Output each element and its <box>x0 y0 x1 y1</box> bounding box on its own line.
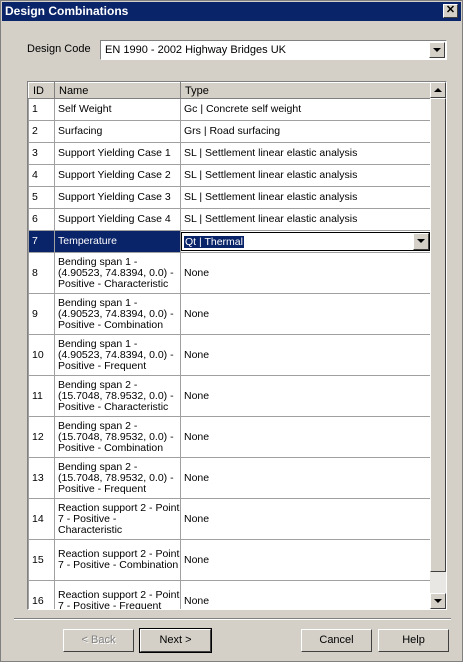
row-type[interactable]: None <box>180 293 431 335</box>
row-id: 8 <box>28 252 55 294</box>
type-dropdown-value: Qt | Thermal <box>184 236 244 248</box>
row-type[interactable]: None <box>180 498 431 540</box>
close-button[interactable]: ✕ <box>443 4 458 18</box>
row-id: 16 <box>28 580 55 609</box>
row-id: 9 <box>28 293 55 335</box>
scroll-down-icon <box>434 599 442 603</box>
table-row[interactable]: 3 Support Yielding Case 1 SL | Settlement … <box>28 142 431 165</box>
row-id: 12 <box>28 416 55 458</box>
scroll-thumb[interactable] <box>430 98 446 572</box>
row-id: 5 <box>28 186 55 209</box>
row-id: 10 <box>28 334 55 376</box>
chevron-down-icon <box>433 48 441 52</box>
row-name[interactable]: Support Yielding Case 4 <box>54 208 181 231</box>
row-type[interactable]: Gc | Concrete self weight <box>180 98 431 121</box>
back-button[interactable]: < Back <box>63 629 134 652</box>
table-row-selected[interactable]: 7 Temperature Qt | Thermal <box>28 230 431 253</box>
row-type[interactable]: SL | Settlement linear elastic analysis <box>180 164 431 187</box>
row-id: 14 <box>28 498 55 540</box>
table-row[interactable]: 9 Bending span 1 - (4.90523, 74.8394, 0.0… <box>28 293 431 335</box>
row-type[interactable]: None <box>180 580 431 609</box>
row-type[interactable]: None <box>180 457 431 499</box>
chevron-down-icon <box>417 239 425 243</box>
table-row[interactable]: 16 Reaction support 2 - Point 7 - Positiv… <box>28 580 431 609</box>
combinations-table: ID Name Type 1 Self Weight Gc | Concrete s… <box>28 82 431 609</box>
row-type[interactable]: None <box>180 334 431 376</box>
table-row[interactable]: 11 Bending span 2 - (15.7048, 78.9532, 0.… <box>28 375 431 417</box>
next-button[interactable]: Next > <box>139 628 212 653</box>
design-code-dropdown-button[interactable] <box>429 42 445 58</box>
table-row[interactable]: 2 Surfacing Grs | Road surfacing <box>28 120 431 143</box>
grid-body: 1 Self Weight Gc | Concrete self weight 2 Su… <box>28 98 431 609</box>
design-combinations-dialog: Design Combinations ✕ Design Code EN 199… <box>0 0 463 662</box>
cancel-button[interactable]: Cancel <box>301 629 372 652</box>
row-id: 3 <box>28 142 55 165</box>
window-title: Design Combinations <box>5 4 129 18</box>
row-id: 4 <box>28 164 55 187</box>
row-name[interactable]: Reaction support 2 - Point 7 - Positive … <box>54 580 181 609</box>
row-type[interactable]: None <box>180 252 431 294</box>
row-type[interactable]: SL | Settlement linear elastic analysis <box>180 142 431 165</box>
type-dropdown-button[interactable] <box>413 233 429 250</box>
row-name[interactable]: Bending span 2 - (15.7048, 78.9532, 0.0)… <box>54 416 181 458</box>
row-id: 15 <box>28 539 55 581</box>
scroll-up-button[interactable] <box>430 82 446 98</box>
table-row[interactable]: 13 Bending span 2 - (15.7048, 78.9532, 0.… <box>28 457 431 499</box>
row-name[interactable]: Reaction support 2 - Point 7 - Positive … <box>54 498 181 540</box>
table-row[interactable]: 8 Bending span 1 - (4.90523, 74.8394, 0.0… <box>28 252 431 294</box>
row-type[interactable]: SL | Settlement linear elastic analysis <box>180 186 431 209</box>
row-name[interactable]: Self Weight <box>54 98 181 121</box>
footer-separator <box>14 618 451 620</box>
row-id: 7 <box>28 230 55 253</box>
row-name[interactable]: Bending span 1 - (4.90523, 74.8394, 0.0)… <box>54 293 181 335</box>
row-id: 11 <box>28 375 55 417</box>
column-header-name[interactable]: Name <box>54 82 181 99</box>
column-header-type[interactable]: Type <box>180 82 431 99</box>
table-row[interactable]: 15 Reaction support 2 - Point 7 - Positiv… <box>28 539 431 581</box>
row-name[interactable]: Bending span 2 - (15.7048, 78.9532, 0.0)… <box>54 457 181 499</box>
design-code-select[interactable]: EN 1990 - 2002 Highway Bridges UK <box>100 40 447 60</box>
row-name[interactable]: Surfacing <box>54 120 181 143</box>
row-type-editor-cell[interactable]: Qt | Thermal <box>180 230 431 253</box>
row-name[interactable]: Reaction support 2 - Point 7 - Positive … <box>54 539 181 581</box>
row-name[interactable]: Support Yielding Case 3 <box>54 186 181 209</box>
table-row[interactable]: 10 Bending span 1 - (4.90523, 74.8394, 0.… <box>28 334 431 376</box>
type-dropdown[interactable]: Qt | Thermal <box>181 232 430 251</box>
row-type[interactable]: None <box>180 416 431 458</box>
vertical-scrollbar[interactable] <box>430 82 446 609</box>
row-name[interactable]: Support Yielding Case 1 <box>54 142 181 165</box>
table-row[interactable]: 6 Support Yielding Case 4 SL | Settlement … <box>28 208 431 231</box>
table-row[interactable]: 1 Self Weight Gc | Concrete self weight <box>28 98 431 121</box>
row-name[interactable]: Bending span 2 - (15.7048, 78.9532, 0.0)… <box>54 375 181 417</box>
design-code-label: Design Code <box>27 43 91 55</box>
header-row: ID Name Type <box>28 82 431 99</box>
row-id: 6 <box>28 208 55 231</box>
table-row[interactable]: 14 Reaction support 2 - Point 7 - Positiv… <box>28 498 431 540</box>
table-row[interactable]: 4 Support Yielding Case 2 SL | Settlement … <box>28 164 431 187</box>
row-id: 13 <box>28 457 55 499</box>
row-id: 2 <box>28 120 55 143</box>
row-name[interactable]: Support Yielding Case 2 <box>54 164 181 187</box>
table-row[interactable]: 12 Bending span 2 - (15.7048, 78.9532, 0.… <box>28 416 431 458</box>
row-type[interactable]: SL | Settlement linear elastic analysis <box>180 208 431 231</box>
row-name[interactable]: Bending span 1 - (4.90523, 74.8394, 0.0)… <box>54 252 181 294</box>
help-button[interactable]: Help <box>378 629 449 652</box>
scroll-down-button[interactable] <box>430 593 446 609</box>
title-bar: Design Combinations ✕ <box>2 2 461 21</box>
design-code-value: EN 1990 - 2002 Highway Bridges UK <box>105 44 286 56</box>
row-type[interactable]: Grs | Road surfacing <box>180 120 431 143</box>
row-name[interactable]: Bending span 1 - (4.90523, 74.8394, 0.0)… <box>54 334 181 376</box>
table-row[interactable]: 5 Support Yielding Case 3 SL | Settlement … <box>28 186 431 209</box>
row-id: 1 <box>28 98 55 121</box>
row-type[interactable]: None <box>180 539 431 581</box>
combinations-grid[interactable]: ID Name Type 1 Self Weight Gc | Concrete s… <box>27 81 447 610</box>
column-header-id[interactable]: ID <box>28 82 55 99</box>
row-type[interactable]: None <box>180 375 431 417</box>
row-name[interactable]: Temperature <box>54 230 181 253</box>
scroll-up-icon <box>434 88 442 92</box>
